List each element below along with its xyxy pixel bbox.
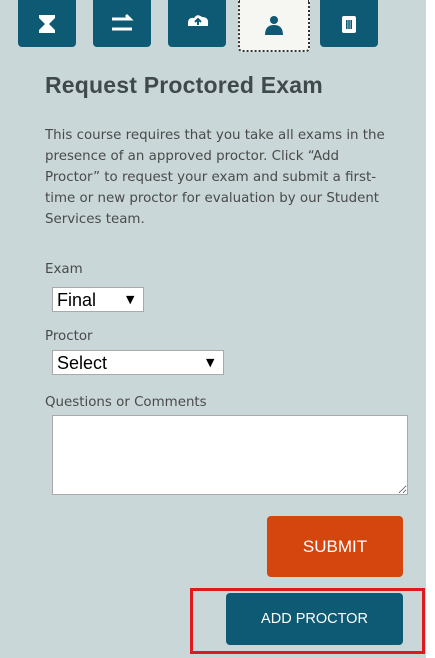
exam-label: Exam (45, 262, 83, 277)
tool-hourglass[interactable] (18, 0, 76, 47)
page-title: Request Proctored Exam (45, 72, 323, 98)
tool-user[interactable] (238, 0, 310, 52)
swap-arrows-icon (112, 13, 134, 30)
trash-icon (342, 15, 356, 33)
tool-trash[interactable] (320, 0, 378, 47)
add-proctor-button[interactable]: ADD PROCTOR (226, 593, 403, 645)
tool-upload[interactable] (168, 0, 226, 47)
proctor-select[interactable]: Select (52, 350, 224, 375)
submit-button[interactable]: SUBMIT (267, 516, 403, 577)
tool-swap[interactable] (93, 0, 151, 47)
page-description: This course requires that you take all e… (45, 128, 385, 227)
comments-textarea[interactable] (52, 415, 408, 495)
proctor-panel: Request Proctored Exam This course requi… (0, 0, 427, 658)
comments-label: Questions or Comments (45, 395, 207, 410)
cloud-upload-icon (188, 14, 209, 26)
proctor-label: Proctor (45, 329, 93, 344)
toolbar (0, 0, 426, 52)
page-edge (426, 0, 435, 658)
exam-select[interactable]: Final (52, 287, 144, 312)
hourglass-icon (39, 14, 55, 33)
user-icon (265, 16, 283, 35)
